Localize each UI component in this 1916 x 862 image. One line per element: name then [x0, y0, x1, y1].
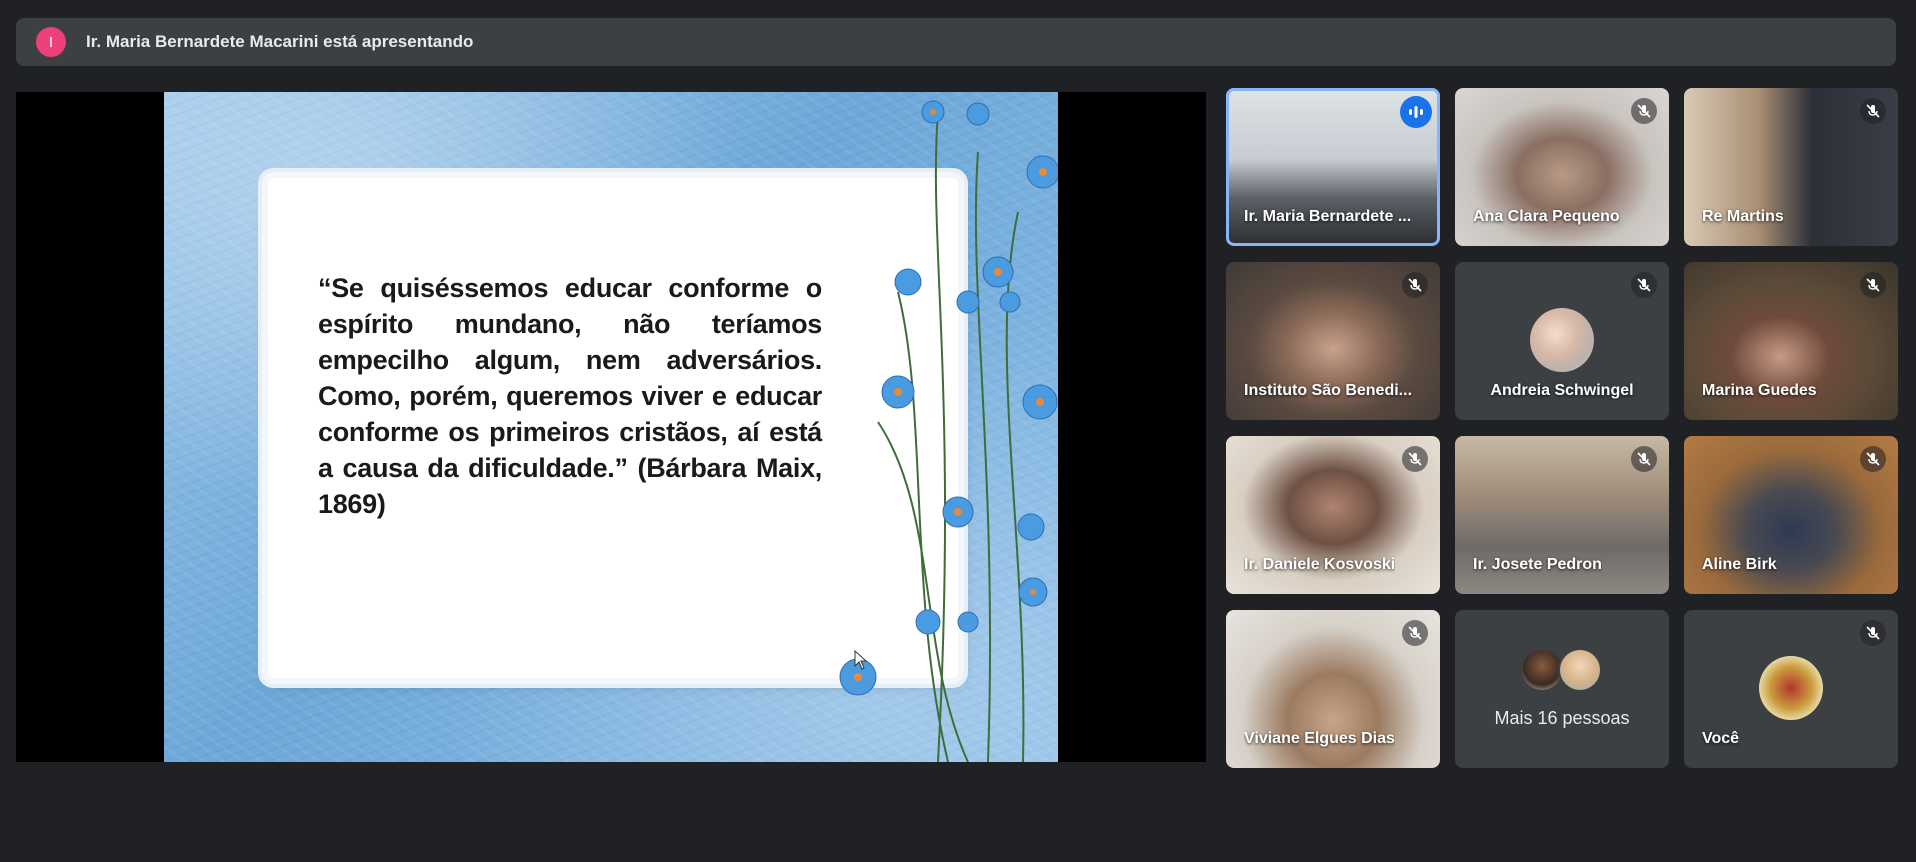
participant-avatar	[1558, 648, 1602, 692]
slide-quote: “Se quiséssemos educar conforme o espíri…	[318, 273, 822, 519]
participant-name: Ir. Maria Bernardete ...	[1244, 208, 1412, 225]
participant-tile[interactable]: Instituto São Benedi...	[1226, 262, 1440, 420]
mic-off-icon	[1402, 272, 1428, 298]
self-avatar-emblem-icon	[1759, 656, 1823, 720]
participant-name: Ana Clara Pequeno	[1473, 208, 1620, 225]
mic-off-icon	[1860, 446, 1886, 472]
mic-off-icon	[1402, 620, 1428, 646]
more-participants-tile[interactable]: Mais 16 pessoas	[1455, 610, 1669, 768]
speaking-indicator-icon	[1400, 96, 1432, 128]
mic-off-icon	[1860, 620, 1886, 646]
participant-tile[interactable]: Ir. Josete Pedron	[1455, 436, 1669, 594]
participant-name: Re Martins	[1702, 208, 1784, 225]
participant-name: Marina Guedes	[1702, 382, 1817, 399]
participant-name: Você	[1702, 730, 1740, 747]
more-participants-avatars	[1520, 648, 1604, 692]
presentation-stage[interactable]: “Se quiséssemos educar conforme o espíri…	[16, 92, 1206, 762]
participant-tile[interactable]: Ana Clara Pequeno	[1455, 88, 1669, 246]
participant-tile[interactable]: Ir. Maria Bernardete ...	[1226, 88, 1440, 246]
mic-off-icon	[1860, 98, 1886, 124]
participant-tile[interactable]: Marina Guedes	[1684, 262, 1898, 420]
participant-name: Aline Birk	[1702, 556, 1777, 573]
presenter-avatar: I	[36, 27, 66, 57]
mic-off-icon	[1860, 272, 1886, 298]
mic-off-icon	[1631, 446, 1657, 472]
self-tile[interactable]: Você	[1684, 610, 1898, 768]
mic-off-icon	[1402, 446, 1428, 472]
presentation-slide: “Se quiséssemos educar conforme o espíri…	[164, 92, 1058, 762]
participant-tile[interactable]: Aline Birk	[1684, 436, 1898, 594]
participant-tile[interactable]: Viviane Elgues Dias	[1226, 610, 1440, 768]
more-participants-label: Mais 16 pessoas	[1494, 708, 1630, 728]
mouse-cursor-icon	[854, 650, 868, 670]
participant-name: Viviane Elgues Dias	[1244, 730, 1395, 747]
presenting-banner: I Ir. Maria Bernardete Macarini está apr…	[16, 18, 1896, 66]
participant-tile[interactable]: Andreia Schwingel	[1455, 262, 1669, 420]
participant-name: Andreia Schwingel	[1490, 382, 1634, 399]
participant-tile[interactable]: Re Martins	[1684, 88, 1898, 246]
participant-name: Instituto São Benedi...	[1244, 382, 1413, 399]
participant-name: Ir. Josete Pedron	[1473, 556, 1602, 573]
participant-avatar	[1530, 308, 1594, 372]
presenting-text: Ir. Maria Bernardete Macarini está apres…	[86, 32, 474, 51]
mic-off-icon	[1631, 272, 1657, 298]
participant-tile[interactable]: Ir. Daniele Kosvoski	[1226, 436, 1440, 594]
mic-off-icon	[1631, 98, 1657, 124]
participant-name: Ir. Daniele Kosvoski	[1244, 556, 1396, 573]
